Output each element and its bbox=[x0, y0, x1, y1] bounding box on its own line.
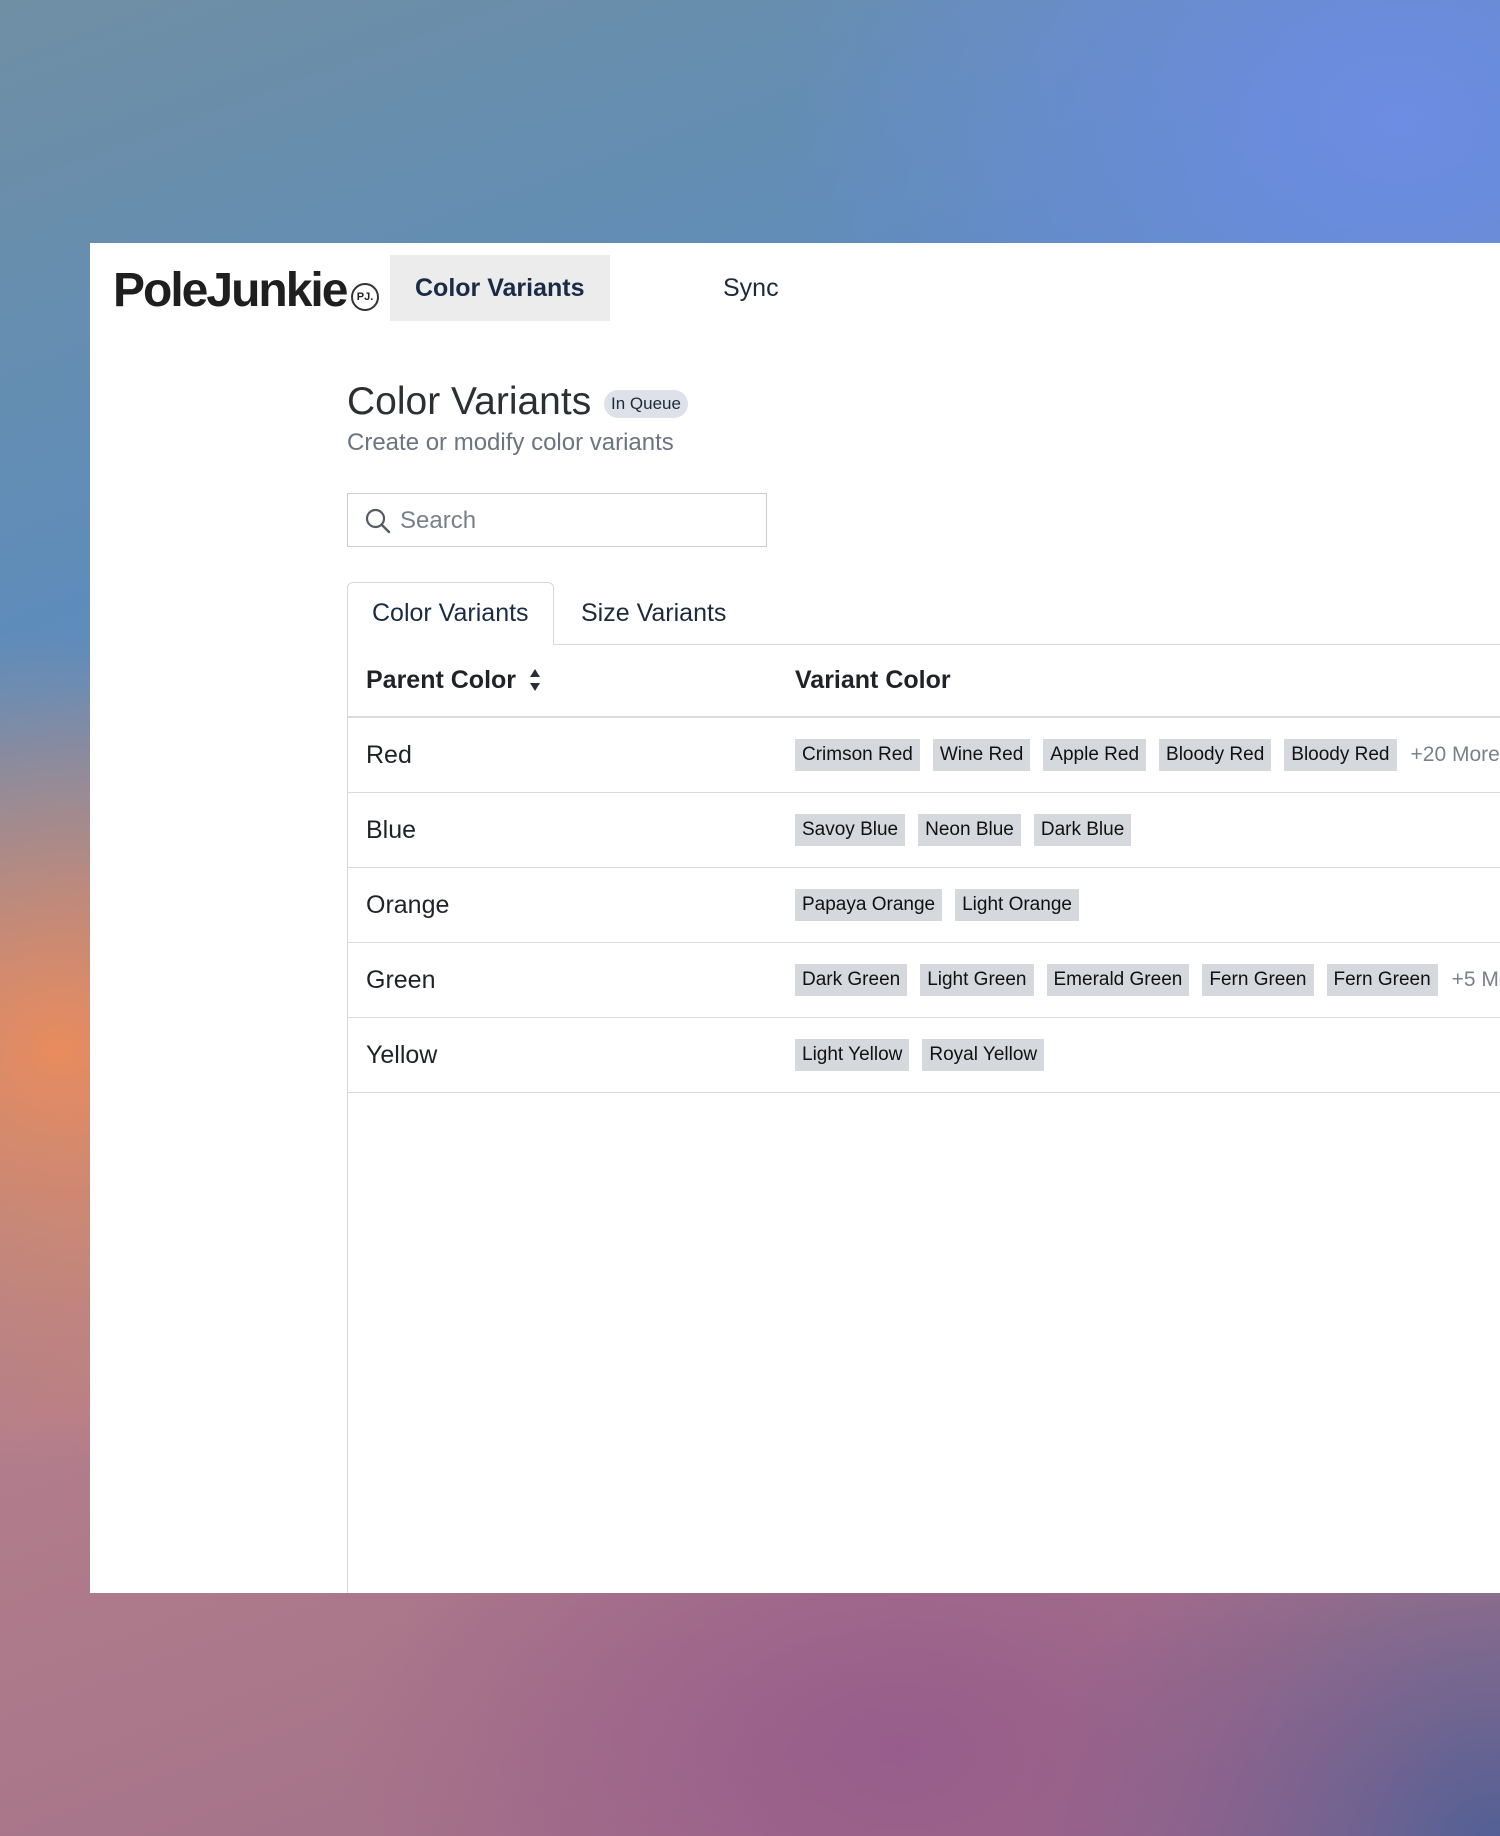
parent-color-cell: Yellow bbox=[366, 1040, 438, 1069]
variant-chip[interactable]: Crimson Red bbox=[795, 739, 920, 771]
variant-chip[interactable]: Dark Green bbox=[795, 964, 908, 996]
variant-color-cell: Light Yellow Royal Yellow bbox=[795, 1018, 1057, 1092]
column-header-parent-color[interactable]: Parent Color bbox=[366, 644, 542, 716]
parent-color-cell: Red bbox=[366, 740, 412, 769]
variant-tabs: Color Variants Size Variants bbox=[347, 582, 1500, 645]
variant-chip[interactable]: Papaya Orange bbox=[795, 889, 943, 921]
table-row[interactable]: Yellow Light Yellow Royal Yellow bbox=[348, 1018, 1500, 1093]
search-icon bbox=[365, 508, 391, 534]
variant-chip[interactable]: Light Yellow bbox=[795, 1039, 910, 1071]
variant-chip[interactable]: Fern Green bbox=[1326, 964, 1438, 996]
variant-chip[interactable]: Dark Blue bbox=[1033, 814, 1132, 846]
variant-chip[interactable]: Apple Red bbox=[1043, 739, 1147, 771]
sort-icon[interactable] bbox=[528, 666, 542, 694]
variant-chip[interactable]: Bloody Red bbox=[1284, 739, 1397, 771]
tab-color-variants[interactable]: Color Variants bbox=[347, 582, 554, 645]
more-variants-link[interactable]: +5 More bbox=[1452, 968, 1500, 992]
parent-color-cell: Blue bbox=[366, 815, 417, 844]
parent-color-cell: Orange bbox=[366, 890, 450, 919]
variant-chip[interactable]: Fern Green bbox=[1202, 964, 1314, 996]
variant-chip[interactable]: Light Orange bbox=[955, 889, 1079, 921]
search-input[interactable] bbox=[398, 502, 752, 540]
variants-table: Parent Color Variant Color Red Crimson R… bbox=[347, 644, 1500, 1593]
variant-chip[interactable]: Wine Red bbox=[932, 739, 1031, 771]
main-content: Color Variants In Queue Create or modify… bbox=[347, 243, 1500, 1593]
variant-chip[interactable]: Light Green bbox=[920, 964, 1034, 996]
more-variants-link[interactable]: +20 More bbox=[1411, 743, 1500, 767]
variant-color-cell: Savoy Blue Neon Blue Dark Blue bbox=[795, 793, 1144, 867]
variant-chip[interactable]: Emerald Green bbox=[1046, 964, 1190, 996]
variant-chip[interactable]: Savoy Blue bbox=[795, 814, 906, 846]
parent-color-cell: Green bbox=[366, 965, 436, 994]
tab-size-variants[interactable]: Size Variants bbox=[557, 582, 750, 644]
search-box[interactable] bbox=[347, 493, 767, 547]
table-row[interactable]: Red Crimson Red Wine Red Apple Red Blood… bbox=[348, 718, 1500, 793]
status-badge: In Queue bbox=[604, 390, 688, 418]
page-subtitle: Create or modify color variants bbox=[347, 429, 674, 456]
app-window: PoleJunkie PJ. Color Variants Sync Color… bbox=[90, 243, 1500, 1593]
variant-color-cell: Crimson Red Wine Red Apple Red Bloody Re… bbox=[795, 718, 1500, 792]
variant-chip[interactable]: Neon Blue bbox=[918, 814, 1021, 846]
column-header-label: Parent Color bbox=[366, 665, 517, 694]
variant-color-cell: Papaya Orange Light Orange bbox=[795, 868, 1092, 942]
logo[interactable]: PoleJunkie bbox=[113, 263, 348, 318]
column-header-variant-color: Variant Color bbox=[795, 665, 951, 694]
variant-chip[interactable]: Bloody Red bbox=[1159, 739, 1272, 771]
table-header: Parent Color Variant Color bbox=[348, 644, 1500, 718]
variant-color-cell: Dark Green Light Green Emerald Green Fer… bbox=[795, 943, 1500, 1017]
table-row[interactable]: Orange Papaya Orange Light Orange bbox=[348, 868, 1500, 943]
table-row[interactable]: Blue Savoy Blue Neon Blue Dark Blue bbox=[348, 793, 1500, 868]
table-row[interactable]: Green Dark Green Light Green Emerald Gre… bbox=[348, 943, 1500, 1018]
variant-chip[interactable]: Royal Yellow bbox=[922, 1039, 1045, 1071]
page-title: Color Variants bbox=[347, 380, 592, 423]
